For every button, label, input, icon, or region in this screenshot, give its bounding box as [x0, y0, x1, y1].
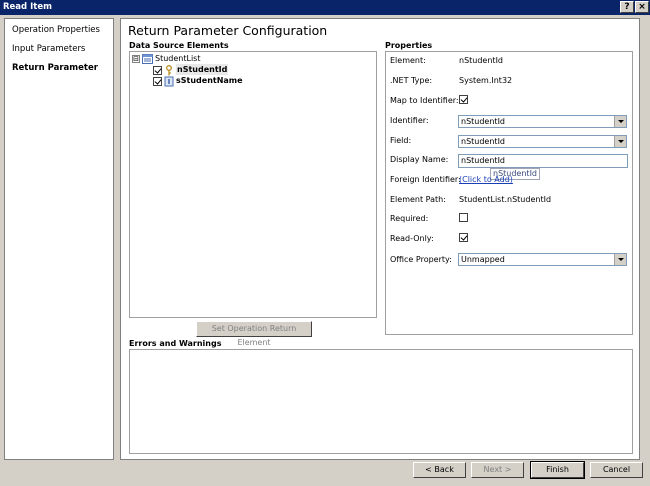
required-label: Required: — [390, 214, 429, 223]
office-property-label: Office Property: — [390, 255, 452, 264]
field-label: Field: — [390, 136, 412, 145]
set-operation-return-element-button[interactable]: Set Operation Return Element — [196, 321, 312, 347]
wizard-nav-panel: Operation Properties Input Parameters Re… — [4, 18, 114, 460]
properties-heading: Properties — [385, 41, 433, 50]
read-only-label: Read-Only: — [390, 234, 434, 243]
tree-item-sstudentname[interactable]: sStudentName — [176, 75, 243, 86]
display-name-input[interactable]: nStudentId — [458, 154, 628, 168]
chevron-down-icon[interactable] — [614, 136, 626, 147]
map-to-identifier-label: Map to Identifier: — [390, 96, 459, 105]
element-label: Element: — [390, 56, 426, 65]
tree-item-nstudentid[interactable]: nStudentId — [176, 64, 229, 75]
foreign-identifier-add-link[interactable]: (Click to Add) — [459, 175, 513, 184]
close-button[interactable]: × — [635, 1, 649, 13]
back-button[interactable]: < Back — [413, 462, 466, 478]
nav-item-input-parameters[interactable]: Input Parameters — [12, 44, 85, 54]
office-property-select-value: Unmapped — [461, 255, 505, 264]
errors-heading: Errors and Warnings — [129, 339, 222, 348]
next-button[interactable]: Next > — [471, 462, 524, 478]
office-property-select[interactable]: Unmapped — [458, 253, 627, 266]
window-titlebar: Read Item ? × — [0, 0, 650, 15]
sstudentname-checkbox[interactable] — [153, 77, 162, 86]
data-source-tree — [129, 51, 377, 318]
identifier-select-value: nStudentId — [461, 117, 505, 126]
errors-list — [129, 349, 633, 454]
help-button[interactable]: ? — [620, 1, 634, 13]
tree-collapse-icon[interactable]: ⊟ — [132, 55, 140, 63]
foreign-identifier-label: Foreign Identifier: — [390, 175, 461, 184]
field-icon — [164, 76, 174, 87]
identifier-select[interactable]: nStudentId — [458, 115, 627, 128]
field-select-value: nStudentId — [461, 137, 505, 146]
list-icon — [142, 54, 153, 64]
element-value: nStudentId — [459, 56, 503, 65]
chevron-down-icon[interactable] — [614, 116, 626, 127]
display-name-label: Display Name: — [390, 155, 449, 164]
required-checkbox[interactable] — [459, 213, 468, 222]
element-path-value: StudentList.nStudentId — [459, 195, 552, 204]
net-type-label: .NET Type: — [390, 76, 433, 85]
map-to-identifier-checkbox[interactable] — [459, 95, 468, 104]
finish-button[interactable]: Finish — [530, 461, 585, 479]
cancel-button[interactable]: Cancel — [590, 462, 643, 478]
page-title: Return Parameter Configuration — [128, 23, 328, 38]
properties-grid — [385, 51, 633, 335]
key-icon — [164, 65, 174, 76]
chevron-down-icon[interactable] — [614, 254, 626, 265]
nstudentid-checkbox[interactable] — [153, 66, 162, 75]
identifier-label: Identifier: — [390, 116, 429, 125]
nav-item-operation-properties[interactable]: Operation Properties — [12, 25, 100, 35]
nav-item-return-parameter[interactable]: Return Parameter — [12, 63, 98, 73]
tree-item-studentlist[interactable]: StudentList — [155, 53, 200, 64]
field-select[interactable]: nStudentId — [458, 135, 627, 148]
window-title: Read Item — [3, 2, 52, 12]
net-type-value: System.Int32 — [459, 76, 513, 85]
data-source-heading: Data Source Elements — [129, 41, 229, 50]
read-only-checkbox[interactable] — [459, 233, 468, 242]
element-path-label: Element Path: — [390, 195, 446, 204]
